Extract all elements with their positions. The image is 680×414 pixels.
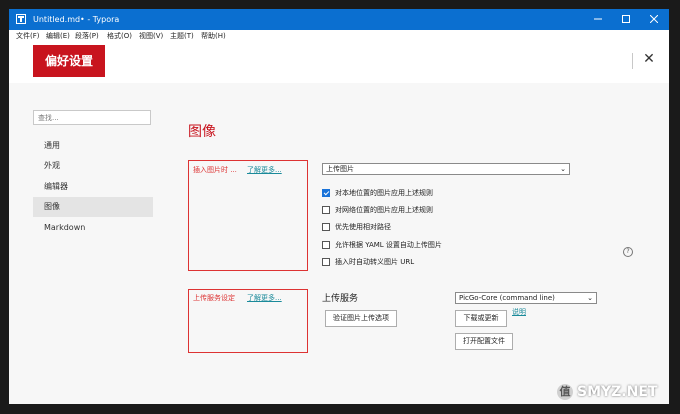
upload-service-learn-more-link[interactable]: 了解更多... <box>247 294 282 303</box>
chevron-down-icon: ⌄ <box>560 165 566 173</box>
menu-file[interactable]: 文件(F) <box>16 32 40 41</box>
open-config-button[interactable]: 打开配置文件 <box>455 333 513 350</box>
option-yaml-upload-label: 允许根据 YAML 设置自动上传图片 <box>335 241 442 249</box>
explain-link[interactable]: 说明 <box>512 308 526 317</box>
close-icon: ✕ <box>643 51 655 67</box>
sidebar-item-general[interactable]: 通用 <box>33 136 153 156</box>
preferences-header: 偏好设置 ✕ <box>9 43 669 83</box>
typora-window: Untitled.md• - Typora 文件(F) 编辑(E) 段落(P) … <box>9 9 669 404</box>
chevron-down-icon: ⌄ <box>587 294 593 302</box>
watermark-text: SMYZ.NET <box>577 384 658 400</box>
preferences-content: 查找... 通用 外观 编辑器 图像 Markdown 图像 插入图片时 ...… <box>9 83 669 404</box>
checkbox-yaml-upload[interactable] <box>322 241 330 249</box>
minimize-button[interactable] <box>585 9 611 30</box>
upload-service-value: PicGo-Core (command line) <box>459 294 555 302</box>
help-icon[interactable]: ? <box>623 247 633 257</box>
insert-image-action-select[interactable]: 上传图片 ⌄ <box>322 163 570 175</box>
header-divider <box>632 53 633 69</box>
menu-bar: 文件(F) 编辑(E) 段落(P) 格式(O) 视图(V) 主题(T) 帮助(H… <box>9 30 669 43</box>
option-network-images-label: 对网络位置的图片应用上述规则 <box>335 206 433 214</box>
upload-service-field-label: 上传服务 <box>322 294 359 304</box>
verify-upload-button[interactable]: 验证图片上传选项 <box>325 310 397 327</box>
download-update-button[interactable]: 下载或更新 <box>455 310 507 327</box>
menu-edit[interactable]: 编辑(E) <box>46 32 70 41</box>
menu-paragraph[interactable]: 段落(P) <box>75 32 99 41</box>
minimize-icon <box>594 18 602 20</box>
option-local-images-label: 对本地位置的图片应用上述规则 <box>335 189 433 197</box>
menu-view[interactable]: 视图(V) <box>139 32 163 41</box>
window-title: Untitled.md• - Typora <box>33 15 120 24</box>
checkbox-local-images[interactable] <box>322 189 330 197</box>
close-icon <box>649 14 659 24</box>
menu-theme[interactable]: 主题(T) <box>170 32 194 41</box>
menu-help[interactable]: 帮助(H) <box>201 32 226 41</box>
maximize-button[interactable] <box>613 9 639 30</box>
maximize-icon <box>622 15 630 23</box>
insert-image-action-value: 上传图片 <box>326 165 354 173</box>
option-relative-path-label: 优先使用相对路径 <box>335 223 391 231</box>
typora-app-icon <box>16 14 26 24</box>
checkbox-network-images[interactable] <box>322 206 330 214</box>
option-escape-url-label: 插入时自动转义图片 URL <box>335 258 415 266</box>
window-close-button[interactable] <box>641 9 667 30</box>
settings-search-input[interactable]: 查找... <box>33 110 151 125</box>
watermark: 值 SMYZ.NET <box>557 383 667 401</box>
insert-image-label: 插入图片时 ... <box>193 166 237 174</box>
checkbox-relative-path[interactable] <box>322 223 330 231</box>
sidebar-item-appearance[interactable]: 外观 <box>33 156 153 176</box>
section-title: 图像 <box>188 124 216 140</box>
menu-format[interactable]: 格式(O) <box>107 32 132 41</box>
sidebar-item-editor[interactable]: 编辑器 <box>33 177 153 197</box>
insert-image-learn-more-link[interactable]: 了解更多... <box>247 166 282 175</box>
watermark-logo-icon: 值 <box>557 384 573 400</box>
preferences-title: 偏好设置 <box>33 45 105 77</box>
upload-service-label: 上传服务设定 <box>193 294 235 302</box>
title-bar: Untitled.md• - Typora <box>9 9 669 30</box>
sidebar-item-markdown[interactable]: Markdown <box>33 218 153 238</box>
checkbox-escape-url[interactable] <box>322 258 330 266</box>
sidebar-item-image[interactable]: 图像 <box>33 197 153 217</box>
preferences-close-button[interactable]: ✕ <box>641 51 657 67</box>
upload-service-select[interactable]: PicGo-Core (command line) ⌄ <box>455 292 597 304</box>
insert-image-highlight <box>188 160 308 271</box>
